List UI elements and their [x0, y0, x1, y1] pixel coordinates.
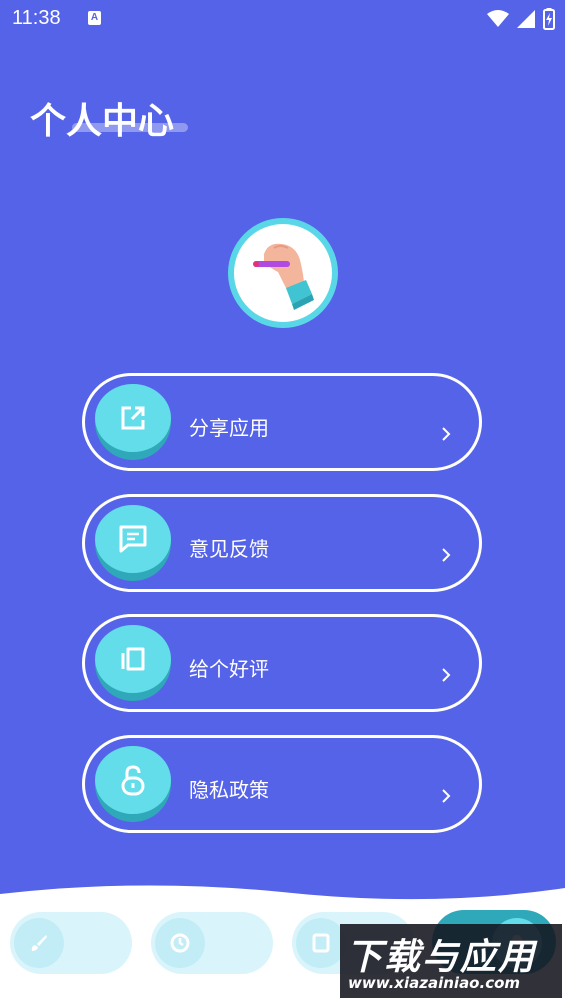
menu-label: 分享应用 — [189, 416, 269, 440]
menu-item-share-app[interactable]: 分享应用 — [82, 373, 482, 471]
status-time: 11:38 — [12, 7, 61, 29]
rate-icon — [121, 647, 145, 671]
notebook-icon — [312, 933, 330, 953]
battery-icon — [543, 8, 555, 30]
watermark-url: www.xiazainiao.com — [348, 974, 521, 992]
watermark: 下载与应用 www.xiazainiao.com — [340, 924, 562, 998]
page-title: 个人中心 — [30, 101, 175, 142]
cellular-signal-icon — [517, 10, 535, 28]
notification-a-icon: A — [88, 11, 101, 25]
chevron-right-icon — [442, 668, 451, 682]
watermark-title: 下载与应用 — [346, 937, 537, 978]
share-icon — [121, 406, 145, 430]
brush-icon — [31, 935, 47, 951]
clock-icon — [170, 933, 190, 953]
privacy-lock-icon — [121, 765, 145, 796]
status-bar: 11:38 A — [0, 0, 565, 38]
menu-label: 意见反馈 — [189, 537, 269, 561]
menu-item-privacy-policy[interactable]: 隐私政策 — [82, 735, 482, 833]
chevron-right-icon — [442, 427, 451, 441]
menu-item-rate[interactable]: 给个好评 — [82, 614, 482, 712]
wifi-icon — [487, 10, 509, 27]
menu-label: 隐私政策 — [189, 778, 269, 802]
chevron-right-icon — [442, 548, 451, 562]
tab-brush[interactable] — [10, 912, 132, 974]
hand-illustration-icon — [253, 243, 314, 310]
menu-item-feedback[interactable]: 意见反馈 — [82, 494, 482, 592]
menu-label: 给个好评 — [189, 657, 269, 681]
tab-history[interactable] — [151, 912, 273, 974]
feedback-icon — [119, 525, 147, 553]
chevron-right-icon — [442, 789, 451, 803]
avatar[interactable] — [228, 218, 338, 328]
